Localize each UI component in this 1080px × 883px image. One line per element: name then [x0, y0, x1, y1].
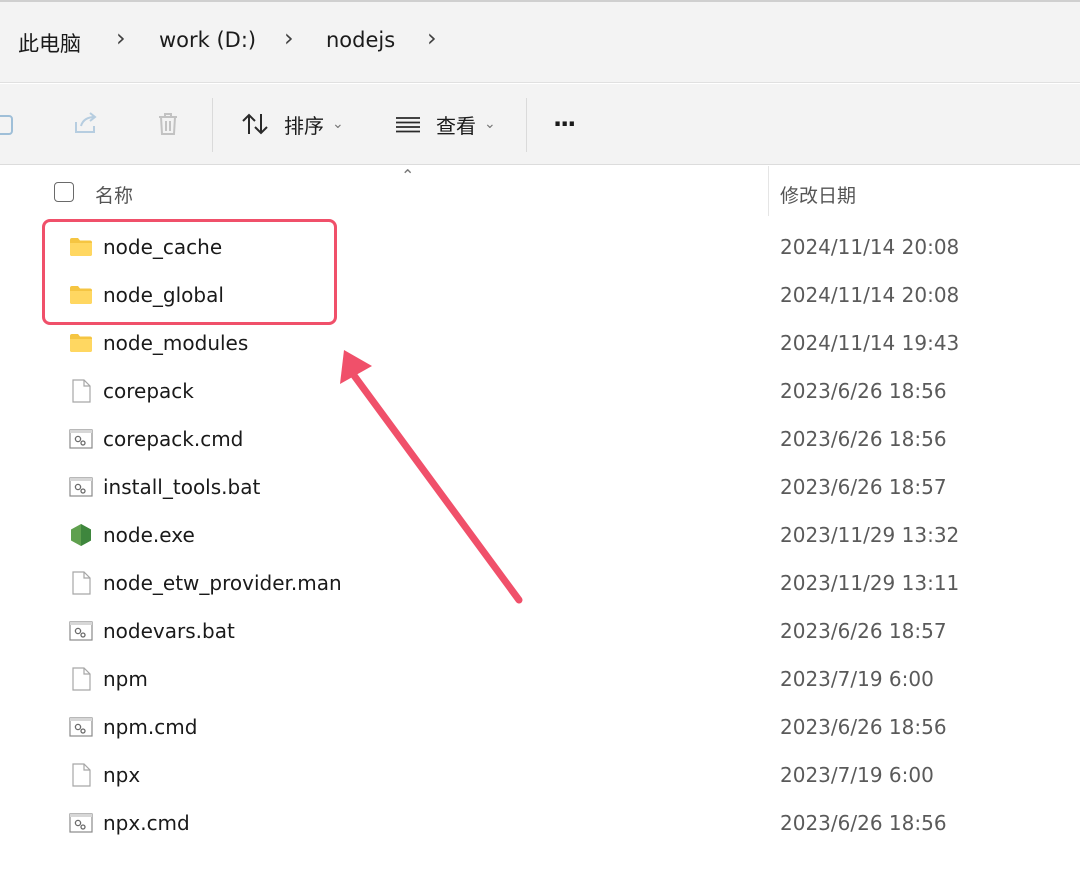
- file-row[interactable]: npm 2023/7/19 6:00: [0, 656, 1080, 704]
- file-row[interactable]: npx.cmd 2023/6/26 18:56: [0, 800, 1080, 848]
- file-row[interactable]: node_etw_provider.man 2023/11/29 13:11: [0, 560, 1080, 608]
- file-modified-date: 2023/6/26 18:56: [780, 379, 947, 403]
- share-button[interactable]: [72, 84, 100, 164]
- file-row[interactable]: corepack 2023/6/26 18:56: [0, 368, 1080, 416]
- sort-button[interactable]: 排序 ⌄: [240, 84, 344, 164]
- view-label: 查看: [436, 113, 476, 138]
- address-bar[interactable]: 此电脑 › work (D:) › nodejs ›: [0, 2, 1080, 83]
- chevron-down-icon: ⌄: [332, 116, 344, 132]
- breadcrumb-nodejs[interactable]: nodejs: [326, 28, 395, 52]
- script-icon: [68, 474, 94, 500]
- file-modified-date: 2024/11/14 19:43: [780, 331, 960, 355]
- file-name: npx.cmd: [103, 811, 190, 835]
- nodejs-icon: [68, 522, 94, 548]
- file-modified-date: 2023/6/26 18:57: [780, 619, 947, 643]
- file-modified-date: 2023/11/29 13:32: [780, 523, 960, 547]
- file-name: install_tools.bat: [103, 475, 261, 499]
- file-name: nodevars.bat: [103, 619, 235, 643]
- sort-label: 排序: [284, 113, 324, 138]
- breadcrumb-separator[interactable]: ›: [116, 24, 126, 52]
- file-name: node_modules: [103, 331, 249, 355]
- file-row[interactable]: npx 2023/7/19 6:00: [0, 752, 1080, 800]
- file-modified-date: 2024/11/14 20:08: [780, 235, 960, 259]
- toolbar-divider: [212, 98, 213, 152]
- column-header-modified-date[interactable]: 修改日期: [780, 181, 856, 208]
- sort-icon: [242, 113, 268, 135]
- column-header-name[interactable]: 名称: [95, 181, 133, 208]
- view-list-icon: [396, 117, 420, 133]
- file-modified-date: 2023/6/26 18:56: [780, 427, 947, 451]
- column-divider[interactable]: [768, 166, 769, 216]
- delete-button[interactable]: [154, 84, 182, 164]
- file-modified-date: 2023/7/19 6:00: [780, 763, 934, 787]
- toolbar-divider: [526, 98, 527, 152]
- chevron-down-icon: ⌄: [484, 116, 496, 132]
- command-bar: 排序 ⌄ 查看 ⌄ ···: [0, 84, 1080, 165]
- copy-button[interactable]: [0, 84, 20, 164]
- file-row[interactable]: node_modules 2024/11/14 19:43: [0, 320, 1080, 368]
- more-icon: ···: [553, 110, 576, 138]
- file-row[interactable]: node.exe 2023/11/29 13:32: [0, 512, 1080, 560]
- file-name: node.exe: [103, 523, 195, 547]
- file-row[interactable]: nodevars.bat 2023/6/26 18:57: [0, 608, 1080, 656]
- script-icon: [68, 810, 94, 836]
- select-all-checkbox[interactable]: [54, 182, 74, 202]
- trash-icon: [159, 113, 177, 135]
- view-button[interactable]: 查看 ⌄: [394, 84, 496, 164]
- copy-icon: [0, 115, 13, 135]
- file-name: corepack.cmd: [103, 427, 244, 451]
- script-icon: [68, 426, 94, 452]
- annotation-highlight-box: [42, 219, 337, 325]
- file-row[interactable]: install_tools.bat 2023/6/26 18:57: [0, 464, 1080, 512]
- file-modified-date: 2023/11/29 13:11: [780, 571, 960, 595]
- file-modified-date: 2023/6/26 18:56: [780, 811, 947, 835]
- file-name: node_etw_provider.man: [103, 571, 342, 595]
- file-name: corepack: [103, 379, 194, 403]
- file-modified-date: 2024/11/14 20:08: [780, 283, 960, 307]
- breadcrumb-separator[interactable]: ›: [427, 24, 437, 52]
- file-name: npx: [103, 763, 141, 787]
- folder-icon: [68, 330, 94, 356]
- file-icon: [68, 378, 94, 404]
- file-name: npm.cmd: [103, 715, 198, 739]
- file-modified-date: 2023/6/26 18:56: [780, 715, 947, 739]
- file-name: npm: [103, 667, 148, 691]
- script-icon: [68, 714, 94, 740]
- file-icon: [68, 570, 94, 596]
- sort-ascending-icon: ⌃: [401, 166, 415, 185]
- file-row[interactable]: npm.cmd 2023/6/26 18:56: [0, 704, 1080, 752]
- file-modified-date: 2023/6/26 18:57: [780, 475, 947, 499]
- file-icon: [68, 666, 94, 692]
- more-options-button[interactable]: ···: [553, 84, 576, 164]
- file-icon: [68, 762, 94, 788]
- column-header: ⌃ 名称 修改日期: [0, 166, 1080, 218]
- breadcrumb-separator[interactable]: ›: [284, 24, 294, 52]
- script-icon: [68, 618, 94, 644]
- file-row[interactable]: corepack.cmd 2023/6/26 18:56: [0, 416, 1080, 464]
- share-icon: [75, 112, 97, 133]
- breadcrumb-this-pc[interactable]: 此电脑: [18, 28, 81, 58]
- file-modified-date: 2023/7/19 6:00: [780, 667, 934, 691]
- breadcrumb-work-drive[interactable]: work (D:): [159, 28, 256, 52]
